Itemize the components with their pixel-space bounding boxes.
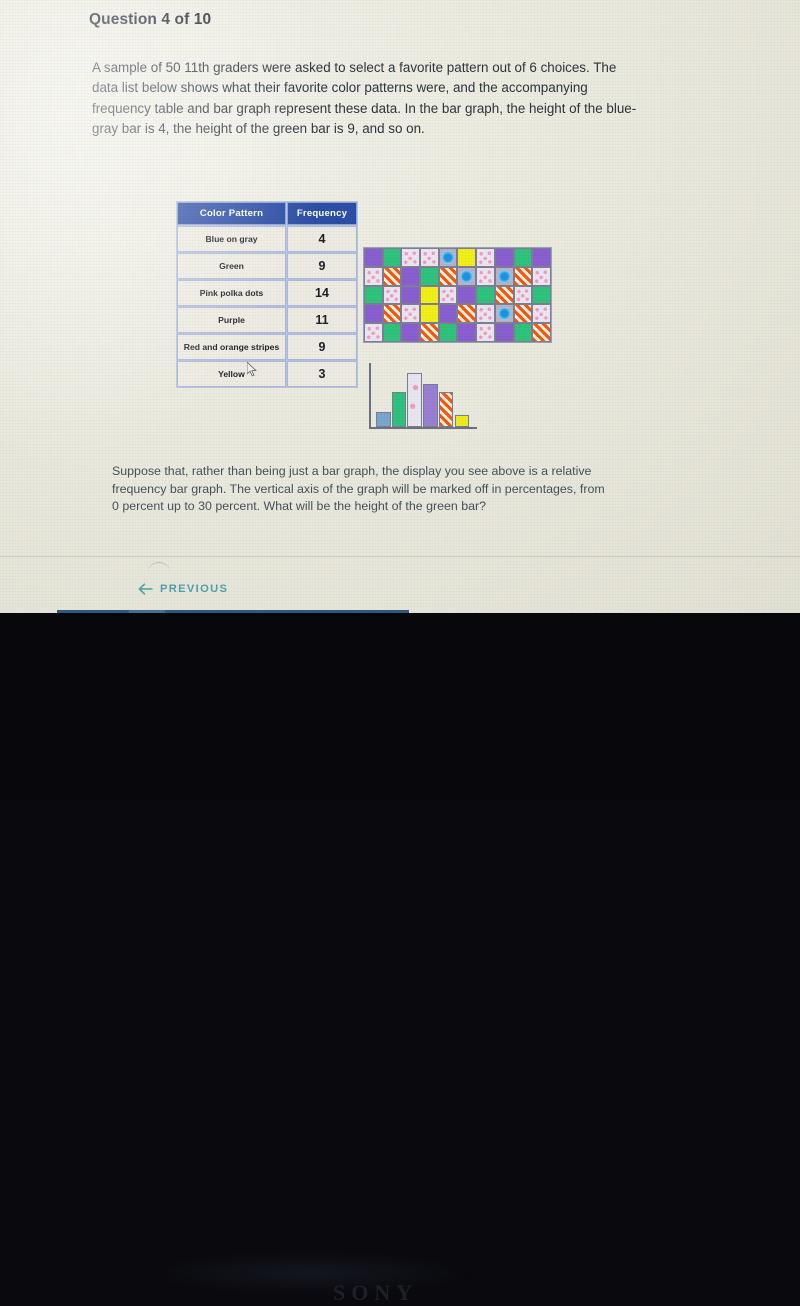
swatch-cell-green xyxy=(513,323,533,342)
previous-button[interactable]: PREVIOUS xyxy=(138,583,228,595)
arrow-left-icon xyxy=(138,583,153,595)
swatch-cell-green xyxy=(364,285,383,305)
brand-logo: SONY xyxy=(333,1280,419,1305)
swatch-cell-bluegray xyxy=(494,266,514,286)
table-row: Blue on gray 4 xyxy=(177,226,357,252)
swatch-cell-pink xyxy=(476,248,495,267)
x-axis-line xyxy=(369,427,477,429)
page-title: Question 4 of 10 xyxy=(89,11,212,28)
swatch-cell-pink xyxy=(401,248,421,267)
frequency-table: Color Pattern Frequency Blue on gray 4 G… xyxy=(176,201,358,388)
swatch-cell-purple xyxy=(532,248,551,267)
decorative-arc xyxy=(148,562,170,572)
swatch-cell-stripes xyxy=(513,304,533,324)
bar-pink-polka-dots xyxy=(407,372,422,427)
swatch-cell-green xyxy=(476,285,495,305)
swatch-cell-yellow xyxy=(457,248,477,267)
swatch-cell-bluegray xyxy=(494,304,514,324)
swatch-cell-pink xyxy=(532,304,551,324)
previous-button-label: PREVIOUS xyxy=(160,583,229,595)
swatch-cell-pink xyxy=(476,266,495,286)
swatch-cell-purple xyxy=(401,266,421,286)
swatch-cell-pink xyxy=(382,285,402,305)
cell-color-pattern: Purple xyxy=(177,307,286,333)
swatch-cell-green xyxy=(438,323,458,342)
swatch-cell-green xyxy=(382,323,402,342)
table-row: Green 9 xyxy=(177,253,357,279)
bar-purple xyxy=(423,384,438,427)
swatch-cell-purple xyxy=(401,323,421,342)
cell-color-pattern: Blue on gray xyxy=(177,226,286,252)
swatch-cell-purple xyxy=(457,285,477,305)
bar-blue-on-gray xyxy=(376,411,391,427)
swatch-cell-pink xyxy=(364,266,383,286)
swatch-cell-green xyxy=(420,266,439,286)
swatch-cell-stripes xyxy=(438,266,458,286)
cell-frequency: 14 xyxy=(287,280,357,306)
swatch-cell-pink xyxy=(513,285,533,305)
bezel-reflection xyxy=(150,1253,470,1293)
column-header-frequency: Frequency xyxy=(287,202,357,225)
bar-yellow xyxy=(454,415,469,427)
swatch-cell-yellow xyxy=(420,304,439,324)
swatch-cell-pink xyxy=(438,285,458,305)
swatch-cell-pink xyxy=(532,266,551,286)
cell-color-pattern: Yellow xyxy=(177,361,286,387)
laptop-screen: Question 4 of 10 A sample of 50 11th gra… xyxy=(0,0,800,654)
swatch-cell-purple xyxy=(401,285,421,305)
swatch-cell-stripes xyxy=(494,285,514,305)
swatch-cell-stripes xyxy=(532,323,551,342)
laptop-bezel: SONY xyxy=(0,613,800,1305)
swatch-cell-stripes xyxy=(513,266,533,286)
footer-divider xyxy=(0,556,800,557)
column-header-color-pattern: Color Pattern xyxy=(177,202,286,225)
swatch-cell-green xyxy=(532,285,551,305)
swatch-cell-stripes xyxy=(420,323,439,342)
swatch-cell-pink xyxy=(401,304,421,324)
swatch-cell-pink xyxy=(476,323,495,342)
swatch-cell-purple xyxy=(364,248,383,267)
quiz-page: Question 4 of 10 A sample of 50 11th gra… xyxy=(0,0,800,654)
swatch-cell-green xyxy=(513,248,533,267)
y-axis-line xyxy=(369,363,371,429)
swatch-cell-bluegray xyxy=(438,248,458,267)
question-body-text: A sample of 50 11th graders were asked t… xyxy=(92,60,637,136)
swatch-cell-stripes xyxy=(382,266,402,286)
swatch-cell-green xyxy=(382,248,402,267)
cell-frequency: 3 xyxy=(287,361,357,387)
swatch-cell-pink xyxy=(476,304,495,324)
swatch-cell-purple xyxy=(457,323,477,342)
table-row: Red and orange stripes 9 xyxy=(177,334,357,360)
table-row: Pink polka dots 14 xyxy=(177,280,357,306)
data-list-swatch-grid xyxy=(363,247,552,343)
swatch-cell-stripes xyxy=(382,304,402,324)
swatch-cell-purple xyxy=(494,323,514,342)
cell-color-pattern: Pink polka dots xyxy=(177,280,286,306)
table-row: Purple 11 xyxy=(177,307,357,333)
bar-red-and-orange-stripes xyxy=(438,392,454,427)
cell-color-pattern: Red and orange stripes xyxy=(177,334,286,360)
bar-green xyxy=(391,392,407,427)
swatch-cell-purple xyxy=(438,304,458,324)
swatch-cell-yellow xyxy=(420,285,439,305)
swatch-cell-bluegray xyxy=(457,266,477,286)
swatch-cell-pink xyxy=(364,323,383,342)
cell-frequency: 9 xyxy=(287,334,357,360)
question-footer-text: Suppose that, rather than being just a b… xyxy=(112,464,605,514)
bar-graph xyxy=(369,363,477,433)
swatch-cell-pink xyxy=(420,248,439,267)
cell-frequency: 9 xyxy=(287,253,357,279)
swatch-cell-purple xyxy=(364,304,383,324)
cell-frequency: 4 xyxy=(287,226,357,252)
swatch-cell-purple xyxy=(494,248,514,267)
table-body: Blue on gray 4 Green 9 Pink polka dots 1… xyxy=(177,226,357,387)
cell-frequency: 11 xyxy=(287,307,357,333)
swatch-cell-stripes xyxy=(457,304,477,324)
cell-color-pattern: Green xyxy=(177,253,286,279)
table-row: Yellow 3 xyxy=(177,361,357,387)
table-header-row: Color Pattern Frequency xyxy=(177,202,357,225)
